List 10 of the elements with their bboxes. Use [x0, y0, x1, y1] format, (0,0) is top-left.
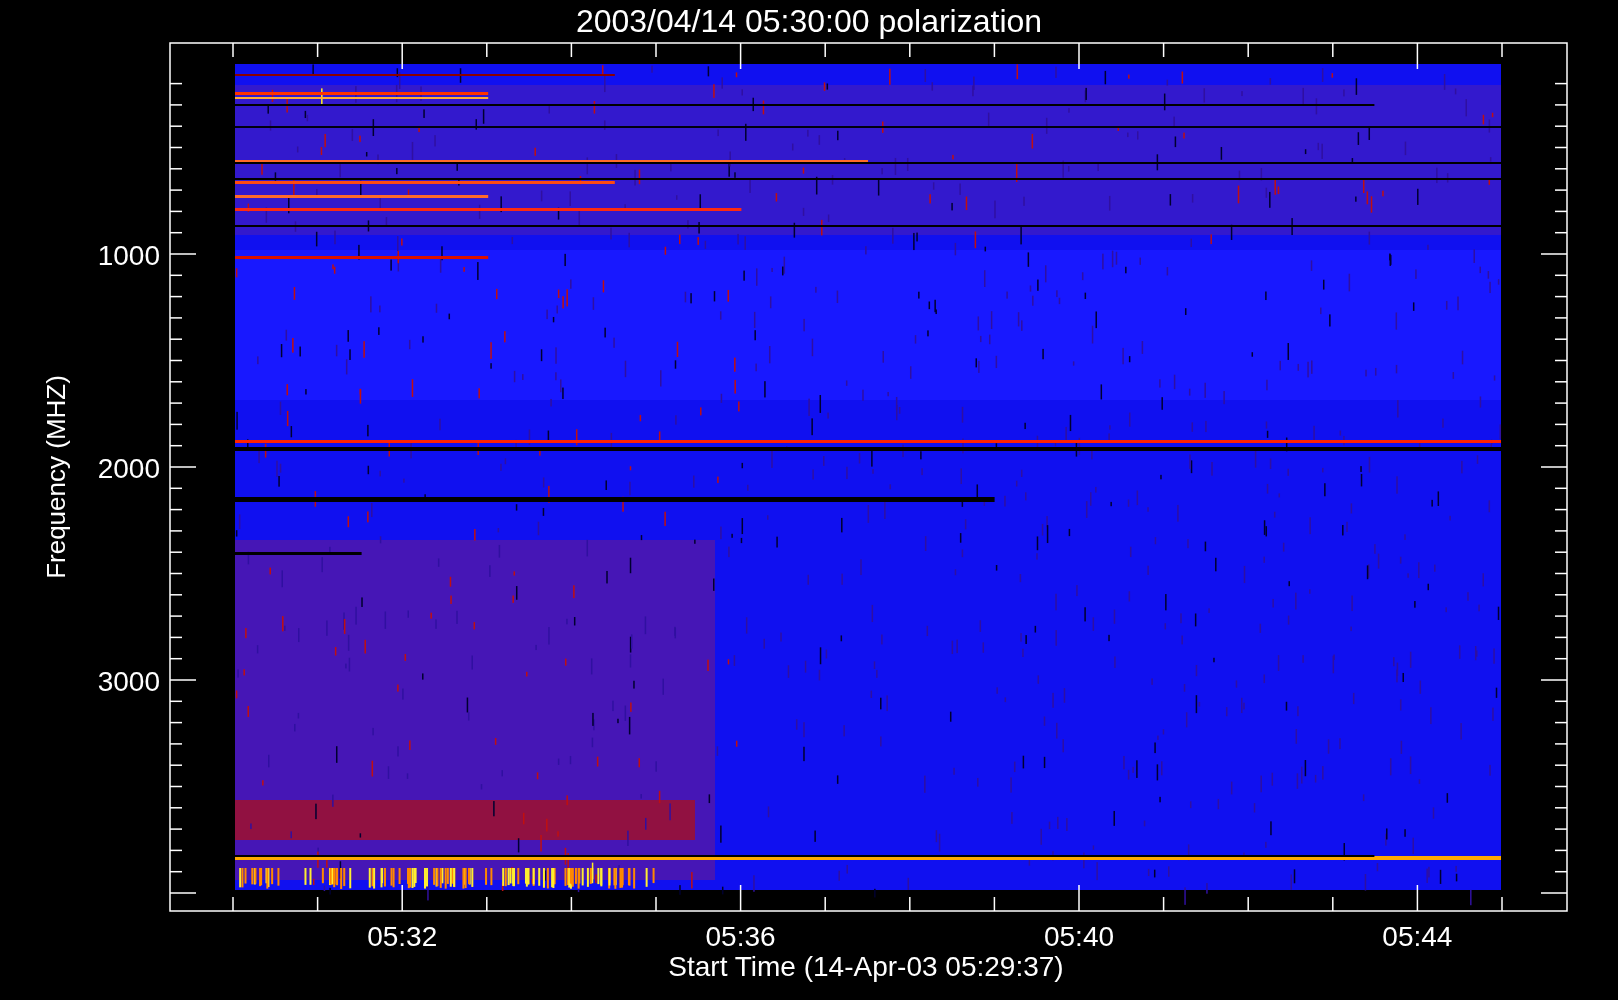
chart-title: 2003/04/14 05:30:00 polarization	[575, 3, 1043, 39]
axis-tick-label: 05:32	[367, 921, 438, 952]
axis-tick-label: 05:40	[1043, 921, 1115, 952]
axis-label: Start Time (14-Apr-03 05:29:37)	[668, 951, 1064, 982]
axis-tick-label: 05:44	[1382, 921, 1453, 952]
axis-tick-label: 1000	[97, 240, 160, 271]
axis-tick-label: 3000	[97, 666, 160, 697]
axis-tick-label: 05:36	[705, 921, 776, 952]
axis-tick-label: 2000	[97, 453, 160, 484]
axis-label: Frequency (MHZ)	[41, 375, 71, 579]
